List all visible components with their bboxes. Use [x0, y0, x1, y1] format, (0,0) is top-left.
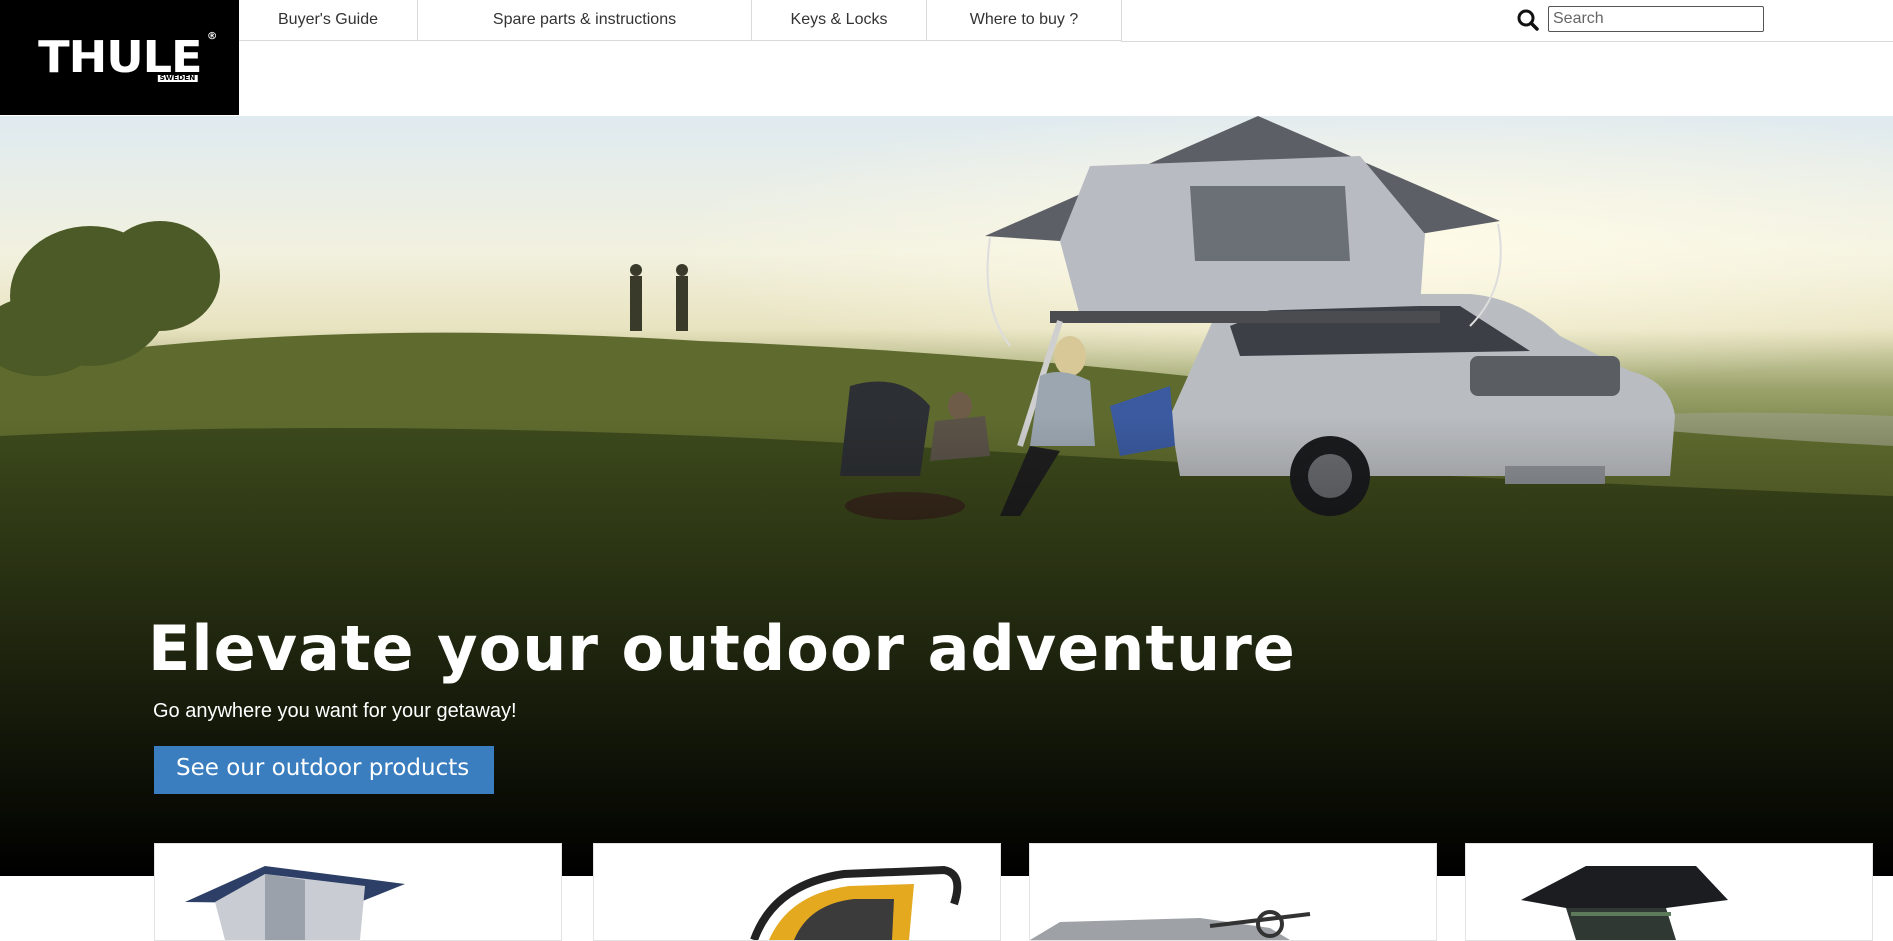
product-cards	[0, 843, 1893, 941]
brand-wordmark: THULE SWEDEN ®	[37, 30, 217, 83]
hero-banner: Elevate your outdoor adventure Go anywhe…	[0, 116, 1893, 876]
top-nav: Buyer's Guide Spare parts & instructions…	[239, 0, 1122, 41]
brand-logo[interactable]: THULE SWEDEN ®	[0, 0, 239, 115]
product-card-rooftop-tent[interactable]	[154, 843, 562, 941]
bike-trailer-icon	[750, 865, 962, 940]
search-input[interactable]	[1548, 6, 1764, 32]
nav-buyers-guide[interactable]: Buyer's Guide	[239, 0, 418, 40]
nav-spare-parts[interactable]: Spare parts & instructions	[418, 0, 752, 40]
brand-sub: SWEDEN	[157, 74, 198, 82]
product-card-bike-rack[interactable]	[1029, 843, 1437, 941]
search-icon[interactable]	[1516, 8, 1540, 32]
nav-where-to-buy[interactable]: Where to buy ?	[927, 0, 1122, 40]
see-outdoor-products-button[interactable]: See our outdoor products	[154, 746, 494, 794]
nav-keys-locks[interactable]: Keys & Locks	[752, 0, 927, 40]
product-card-bike-trailer[interactable]	[593, 843, 1001, 941]
search-bar	[1121, 0, 1893, 42]
product-card-rooftop-tent-dark[interactable]	[1465, 843, 1873, 941]
bike-rack-icon	[1030, 910, 1311, 940]
hero-subtitle: Go anywhere you want for your getaway!	[153, 700, 517, 722]
brand-registered-mark: ®	[206, 30, 217, 42]
rooftop-tent-dark-icon	[1521, 866, 1728, 940]
hero-title: Elevate your outdoor adventure	[148, 612, 1296, 685]
rooftop-tent-icon	[185, 866, 405, 940]
